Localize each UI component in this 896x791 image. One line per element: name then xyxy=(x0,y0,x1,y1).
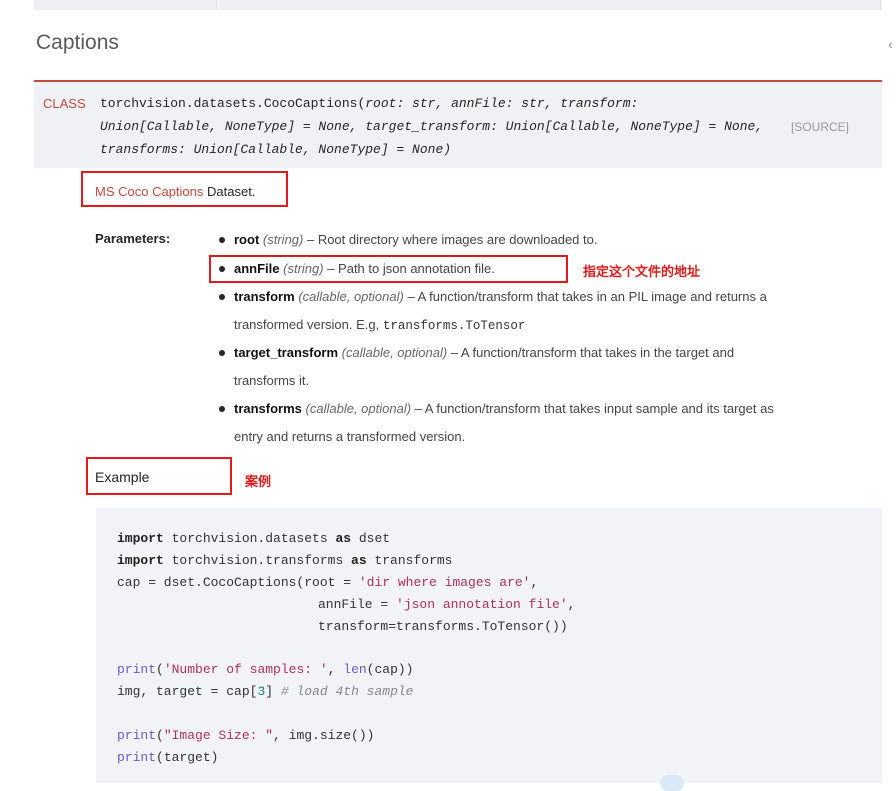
code-text: ( xyxy=(156,728,164,743)
param-name: transforms xyxy=(234,401,302,416)
param-target-transform-cont: transforms it. xyxy=(234,373,310,388)
code-line: img, target = cap[3] # load 4th sample xyxy=(117,684,413,699)
param-type: (callable, optional) xyxy=(341,345,448,360)
param-type: (callable, optional) xyxy=(305,401,412,416)
source-link[interactable]: [SOURCE] xyxy=(791,120,849,134)
code-text: , xyxy=(327,662,344,677)
description-suffix: Dataset. xyxy=(203,184,256,199)
code-text: (cap)) xyxy=(366,662,414,677)
code-line: cap = dset.CocoCaptions(root = 'dir wher… xyxy=(117,575,538,590)
signature-line-2: Union[Callable, NoneType] = None, target… xyxy=(100,119,763,134)
param-desc: – A function/transform that takes in the… xyxy=(447,345,735,360)
top-strip-segment xyxy=(220,0,881,10)
code-ref[interactable]: transforms.ToTensor xyxy=(383,319,526,333)
signature-params: transforms: Union[Callable, NoneType] = … xyxy=(100,142,452,157)
code-text: ( xyxy=(156,662,164,677)
code-string: "Image Size: " xyxy=(163,728,274,743)
top-strip xyxy=(34,0,882,10)
code-text: cap = dset.CocoCaptions(root = xyxy=(117,575,359,590)
code-line: print("Image Size: ", img.size()) xyxy=(117,728,374,743)
code-text: , img.size()) xyxy=(273,728,375,743)
code-builtin: print xyxy=(117,662,157,677)
code-text: (target) xyxy=(156,750,219,765)
code-text: transforms xyxy=(366,553,453,568)
code-text: img, target = cap[ xyxy=(117,684,258,699)
code-text: , xyxy=(530,575,539,590)
section-title: Captions xyxy=(36,31,119,54)
code-builtin: print xyxy=(117,728,157,743)
code-keyword: as xyxy=(351,553,367,568)
annotation-note: 案例 xyxy=(245,475,272,490)
param-transform: transform (callable, optional) – A funct… xyxy=(234,289,767,304)
code-text: , xyxy=(567,597,576,612)
signature-params: Union[Callable, NoneType] = None, target… xyxy=(100,119,764,134)
class-tag: CLASS xyxy=(43,96,86,111)
parameters-label: Parameters: xyxy=(95,231,171,246)
param-root: root (string) – Root directory where ima… xyxy=(234,232,597,247)
param-name: target_transform xyxy=(234,345,339,360)
param-target-transform: target_transform (callable, optional) – … xyxy=(234,345,734,360)
code-string: 'json annotation file' xyxy=(396,597,568,612)
signature-line-3: transforms: Union[Callable, NoneType] = … xyxy=(100,142,451,157)
code-text: annFile = xyxy=(318,597,397,612)
param-type: (string) xyxy=(262,232,304,247)
code-keyword: as xyxy=(335,531,352,546)
signature-line-1: torchvision.datasets.CocoCaptions(root: … xyxy=(100,96,638,111)
bullet-icon xyxy=(219,237,225,243)
code-string: 'dir where images are' xyxy=(358,575,531,590)
code-keyword: import xyxy=(117,553,164,568)
param-name: root xyxy=(234,232,260,247)
signature-params: root: str, annFile: str, transform: xyxy=(365,96,639,111)
code-line: print('Number of samples: ', len(cap)) xyxy=(117,662,413,677)
code-line: import torchvision.transforms as transfo… xyxy=(117,553,452,568)
code-text: torchvision.datasets xyxy=(163,531,336,546)
code-text: dset xyxy=(351,531,391,546)
param-transforms-cont: entry and returns a transformed version. xyxy=(234,429,466,444)
bullet-icon xyxy=(219,294,225,300)
annotation-note: 指定这个文件的地址 xyxy=(583,265,701,280)
bullet-icon xyxy=(219,350,225,356)
code-text: ] xyxy=(265,684,281,699)
param-desc: transformed version. E.g, xyxy=(234,317,383,332)
code-builtin: print xyxy=(117,750,157,765)
bullet-icon xyxy=(219,406,225,412)
param-desc: – Root directory where images are downlo… xyxy=(303,232,598,247)
dataset-link[interactable]: MS Coco Captions xyxy=(95,184,203,199)
highlight-box xyxy=(209,255,568,283)
param-desc: – A function/transform that takes input … xyxy=(411,401,774,416)
param-type: (callable, optional) xyxy=(298,289,404,304)
code-line: annFile = 'json annotation file', xyxy=(318,597,575,612)
param-name: transform xyxy=(234,289,295,304)
param-transforms: transforms (callable, optional) – A func… xyxy=(234,401,774,416)
code-keyword: import xyxy=(117,531,164,546)
param-transform-cont: transformed version. E.g, transforms.ToT… xyxy=(234,317,525,333)
code-line: transform=transforms.ToTensor()) xyxy=(318,619,568,634)
top-strip-segment xyxy=(34,0,217,10)
code-line: print(target) xyxy=(117,750,218,765)
example-heading: Example xyxy=(95,469,150,485)
param-desc: – A function/transform that takes in an … xyxy=(403,289,767,304)
description: MS Coco Captions Dataset. xyxy=(95,184,255,199)
signature-name: torchvision.datasets.CocoCaptions( xyxy=(100,96,366,111)
chevron-icon[interactable]: ‹ xyxy=(888,36,893,52)
code-line: import torchvision.datasets as dset xyxy=(117,531,390,546)
code-text: torchvision.transforms xyxy=(163,553,352,568)
code-comment: # load 4th sample xyxy=(280,684,414,699)
mouse-cursor-indicator xyxy=(660,775,684,791)
code-builtin: len xyxy=(343,662,367,677)
code-string: 'Number of samples: ' xyxy=(163,662,328,677)
